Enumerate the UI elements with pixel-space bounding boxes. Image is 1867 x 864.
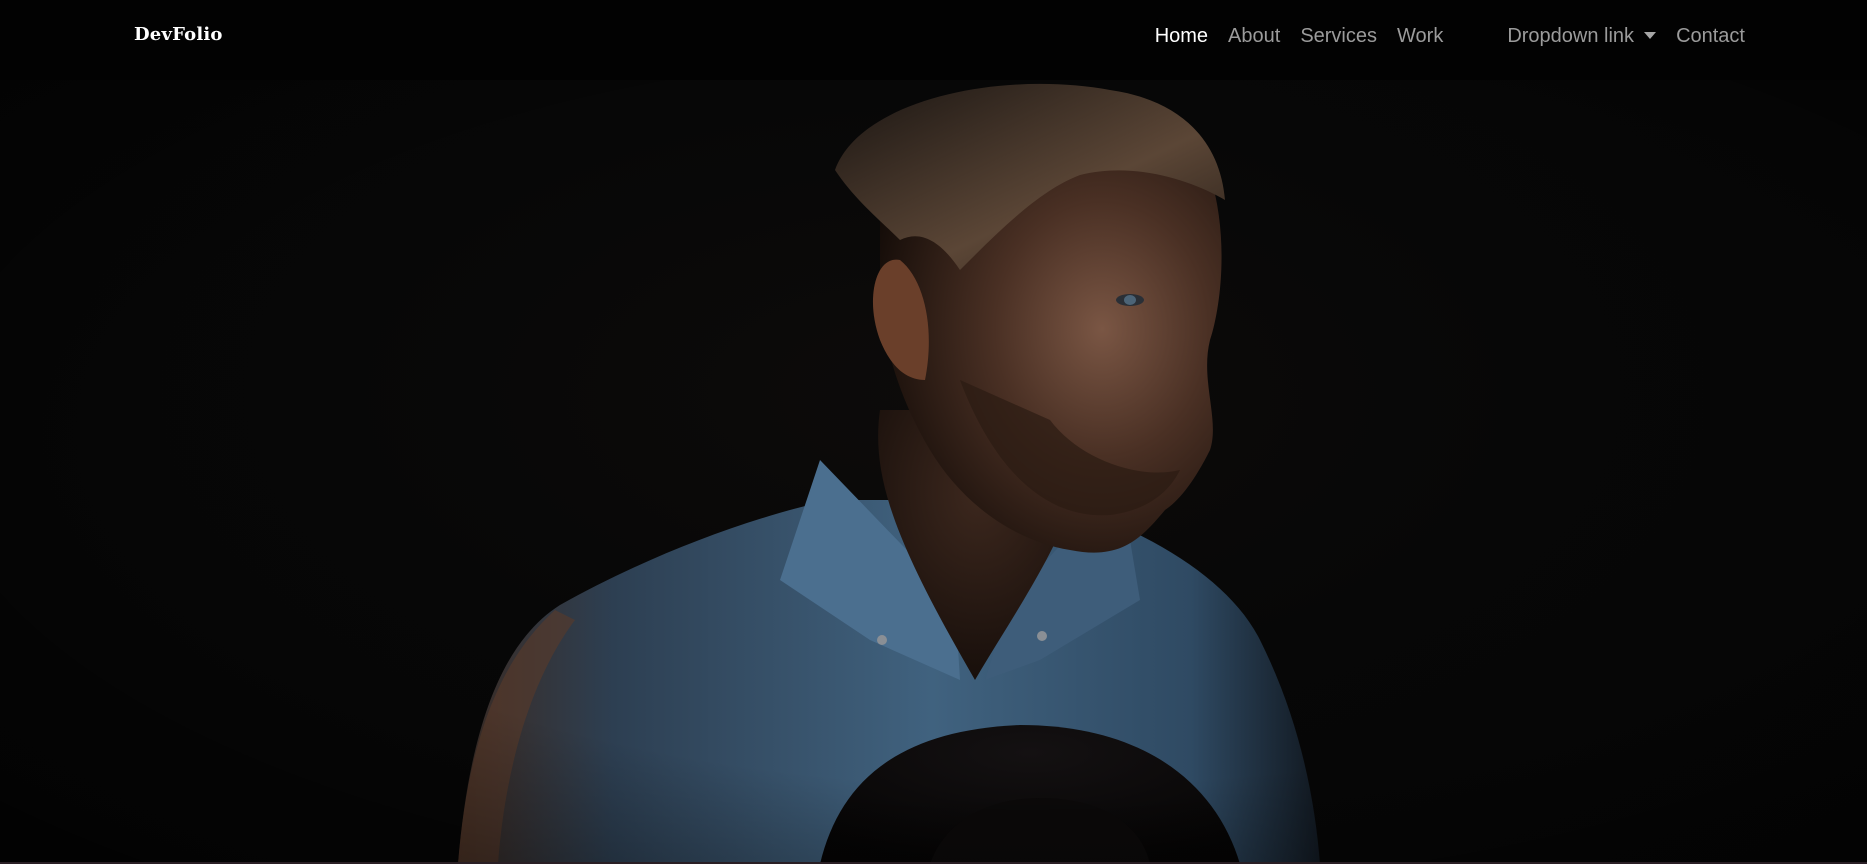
nav-link-services[interactable]: Services: [1300, 25, 1377, 48]
nav-link-about[interactable]: About: [1228, 25, 1280, 48]
nav-dropdown-toggle[interactable]: Dropdown link: [1507, 25, 1657, 48]
page: DevFolio Home About Services Work Dropdo…: [0, 0, 1867, 864]
brand-logo[interactable]: DevFolio: [134, 24, 223, 45]
nav-link-contact[interactable]: Contact: [1676, 25, 1745, 48]
nav-link-work[interactable]: Work: [1397, 25, 1443, 48]
caret-down-icon: [1644, 32, 1657, 39]
navbar: DevFolio Home About Services Work Dropdo…: [0, 0, 1867, 80]
hero-portrait-image: [0, 80, 1867, 864]
hero-section: [0, 80, 1867, 864]
nav-link-home[interactable]: Home: [1155, 25, 1208, 48]
nav-menu: Home About Services Work Dropdown link C…: [1135, 25, 1745, 48]
nav-dropdown-label: Dropdown link: [1507, 25, 1635, 47]
